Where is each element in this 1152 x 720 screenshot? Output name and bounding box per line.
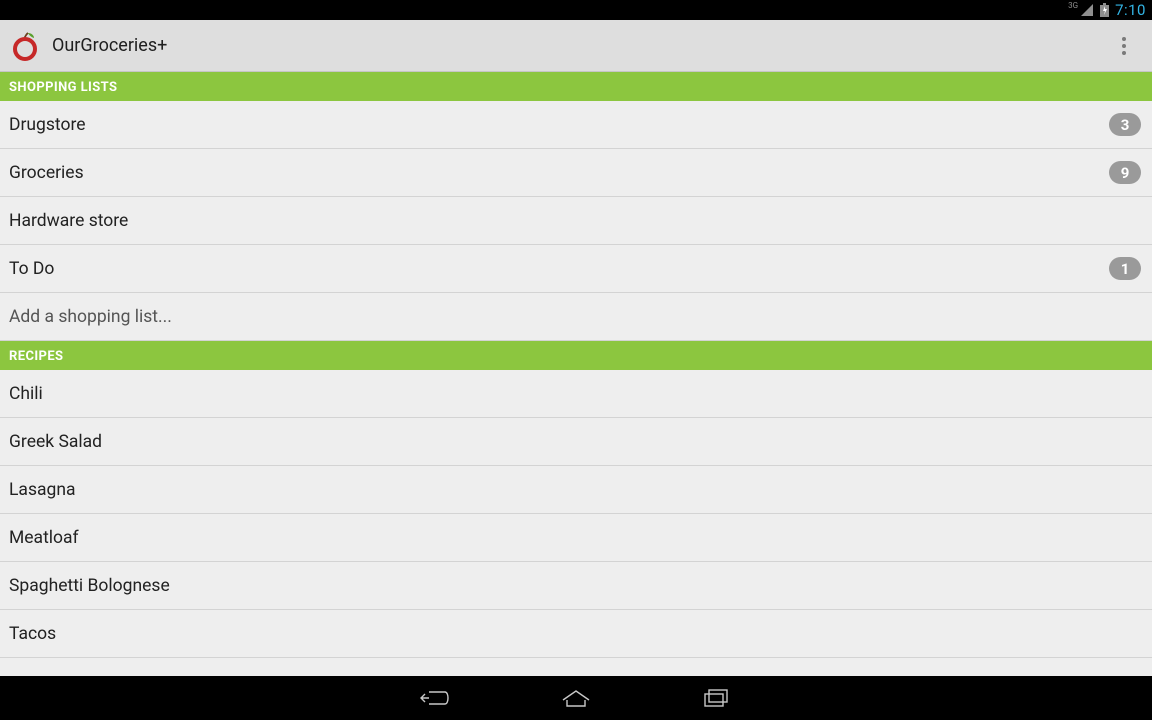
status-bar: 3G 7:10 (0, 0, 1152, 20)
action-bar: OurGroceries+ (0, 20, 1152, 72)
recipe-row-tacos[interactable]: Tacos (0, 610, 1152, 658)
network-label: 3G (1068, 2, 1078, 10)
add-list-label: Add a shopping list... (9, 307, 1143, 327)
count-badge: 1 (1109, 257, 1141, 280)
list-label: Groceries (9, 163, 1109, 183)
recipe-row-greek-salad[interactable]: Greek Salad (0, 418, 1152, 466)
count-badge: 3 (1109, 113, 1141, 136)
list-row-to-do[interactable]: To Do 1 (0, 245, 1152, 293)
content-scroll[interactable]: SHOPPING LISTS Drugstore 3 Groceries 9 H… (0, 72, 1152, 676)
recipe-row-meatloaf[interactable]: Meatloaf (0, 514, 1152, 562)
recipe-label: Meatloaf (9, 528, 1143, 548)
list-row-drugstore[interactable]: Drugstore 3 (0, 101, 1152, 149)
recipe-label: Lasagna (9, 480, 1143, 500)
section-header-recipes: RECIPES (0, 341, 1152, 370)
app-logo-icon (10, 29, 44, 63)
list-label: Drugstore (9, 115, 1109, 135)
add-shopping-list-button[interactable]: Add a shopping list... (0, 293, 1152, 341)
recipe-label: Tacos (9, 624, 1143, 644)
system-nav-bar (0, 676, 1152, 720)
list-label: Hardware store (9, 211, 1143, 231)
section-header-shopping: SHOPPING LISTS (0, 72, 1152, 101)
recipe-label: Chili (9, 384, 1143, 404)
home-button[interactable] (556, 684, 596, 712)
list-row-groceries[interactable]: Groceries 9 (0, 149, 1152, 197)
recipe-row-lasagna[interactable]: Lasagna (0, 466, 1152, 514)
recipe-label: Greek Salad (9, 432, 1143, 452)
count-badge: 9 (1109, 161, 1141, 184)
recipe-row-chili[interactable]: Chili (0, 370, 1152, 418)
back-button[interactable] (416, 684, 456, 712)
signal-icon (1080, 3, 1094, 17)
recipe-row-spaghetti-bolognese[interactable]: Spaghetti Bolognese (0, 562, 1152, 610)
list-label: To Do (9, 259, 1109, 279)
app-title: OurGroceries+ (52, 35, 1106, 56)
list-row-hardware-store[interactable]: Hardware store (0, 197, 1152, 245)
battery-icon (1100, 3, 1109, 17)
clock: 7:10 (1115, 1, 1146, 19)
recipe-label: Spaghetti Bolognese (9, 576, 1143, 596)
recents-button[interactable] (696, 684, 736, 712)
overflow-menu-button[interactable] (1106, 28, 1142, 64)
